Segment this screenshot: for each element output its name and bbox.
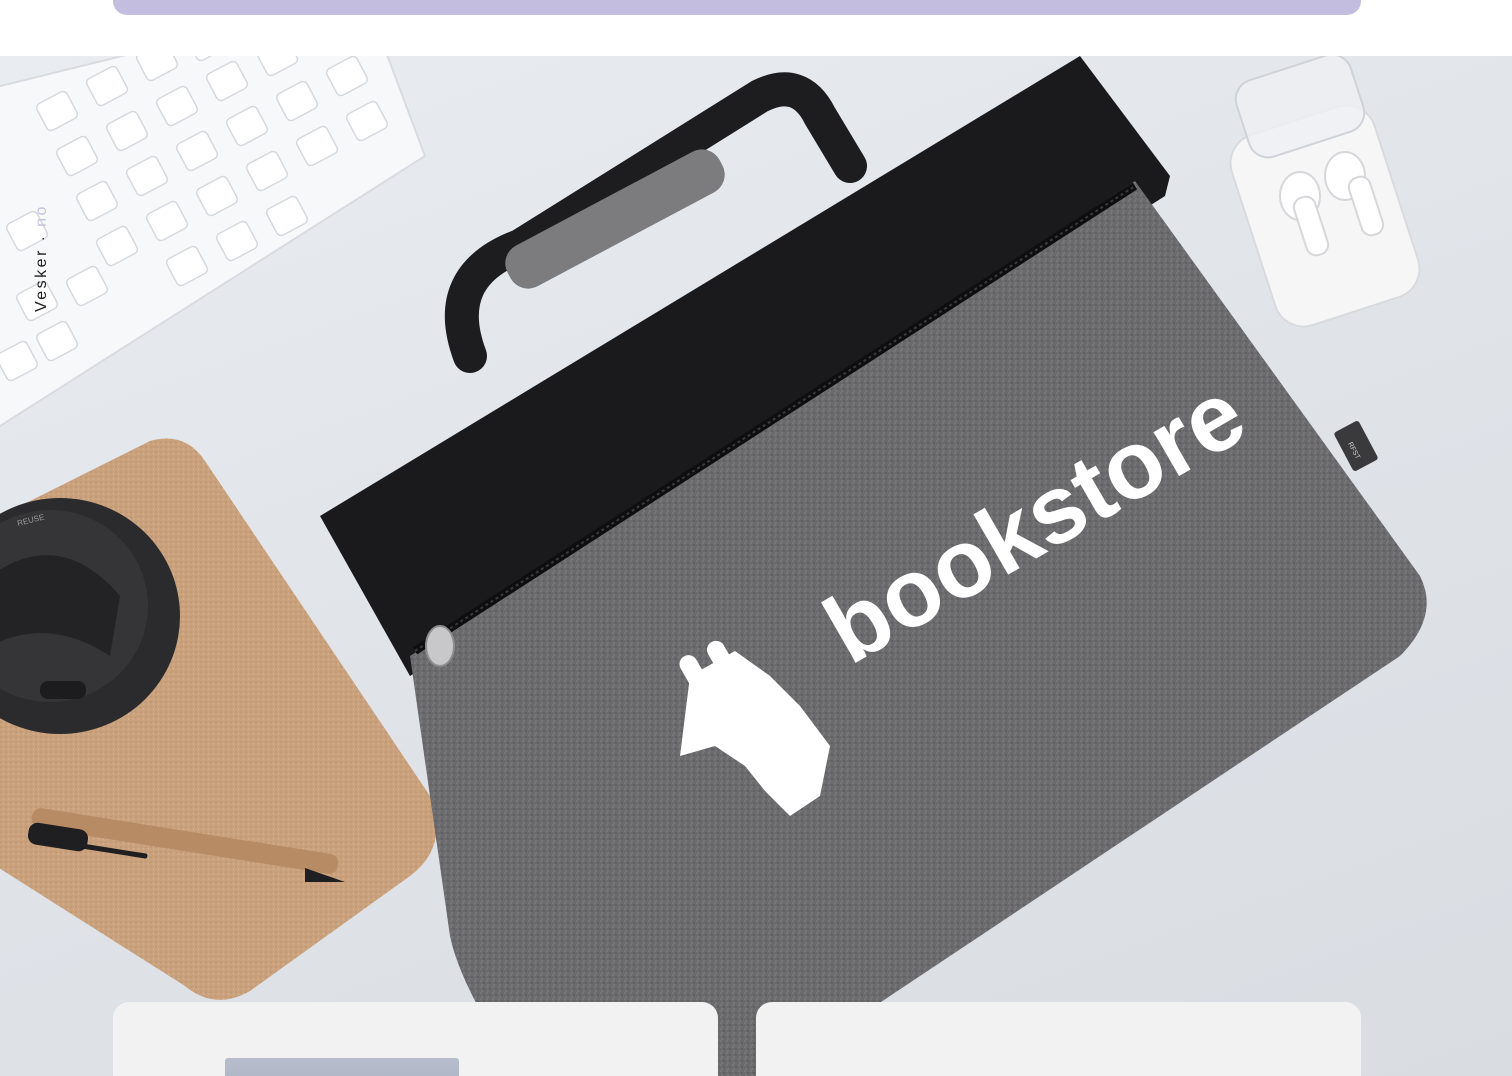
side-label-sub: no <box>33 204 50 227</box>
side-label: Vesker · no <box>30 152 54 312</box>
product-card-left[interactable] <box>113 1002 718 1076</box>
hero-scene: REUSE RFST bookstore <box>0 56 1427 1076</box>
keyboard-shape <box>0 56 427 428</box>
hero-image: REUSE RFST bookstore Vesker · no <box>0 56 1512 1076</box>
page: REUSE RFST bookstore Vesker · no <box>0 0 1512 1076</box>
side-label-brand: Vesker <box>33 248 50 312</box>
top-banner <box>113 0 1361 15</box>
side-label-separator: · <box>34 233 50 242</box>
product-card-right[interactable] <box>756 1002 1361 1076</box>
product-card-thumbnail <box>225 1058 459 1076</box>
earbuds-case-shape <box>1229 56 1421 328</box>
